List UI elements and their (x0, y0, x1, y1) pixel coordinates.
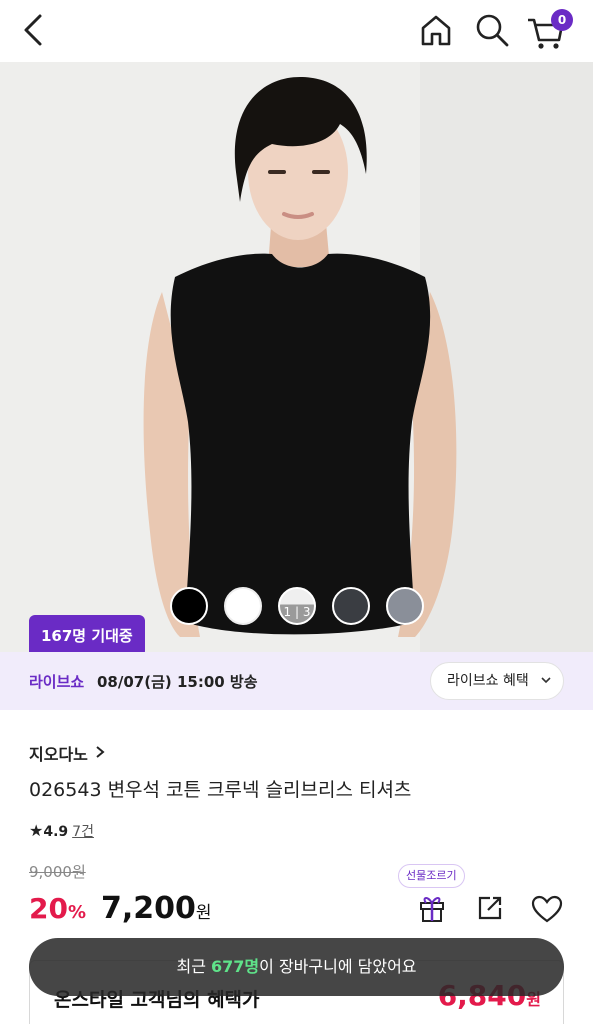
swatch-black[interactable] (170, 587, 208, 625)
swatch-charcoal[interactable] (332, 587, 370, 625)
rating-score: 4.9 (43, 824, 69, 840)
toast-prefix: 최근 (176, 957, 212, 976)
discount-value: 20 (29, 892, 68, 925)
model-photo-illustration (0, 62, 593, 652)
discount-unit: % (67, 902, 87, 923)
gift-request-tooltip: 선물조르기 (398, 864, 465, 888)
rating-summary: ★4.9 7건 (29, 821, 94, 841)
sale-price-unit: 원 (195, 903, 212, 923)
gift-icon[interactable] (417, 893, 447, 923)
sale-price: 7,200원 (101, 891, 212, 926)
live-show-time: 08/07(금) 15:00 방송 (97, 673, 258, 691)
live-show-label: 라이브쇼 (29, 673, 85, 691)
search-icon[interactable] (474, 12, 510, 48)
heart-icon[interactable] (531, 895, 563, 923)
cart-activity-toast: 최근 677명이 장바구니에 담았어요 (29, 938, 564, 996)
live-benefit-label: 라이브쇼 혜택 (447, 673, 529, 689)
swatch-gray-blue[interactable] (386, 587, 424, 625)
brand-link[interactable]: 지오다노 (29, 741, 88, 765)
live-benefit-button[interactable]: 라이브쇼 혜택 (430, 662, 564, 700)
chevron-down-icon (541, 677, 551, 684)
image-page-counter: 1 | 3 (283, 605, 311, 619)
home-icon[interactable] (418, 12, 454, 48)
expectation-badge: 167명 기대중 (29, 615, 145, 665)
cart-count-badge: 0 (551, 9, 573, 31)
swatch-white[interactable] (224, 587, 262, 625)
review-count-link[interactable]: 7건 (72, 824, 94, 840)
toast-highlight: 677명 (211, 957, 260, 976)
chevron-right-icon[interactable] (95, 745, 105, 759)
discount-rate: 20% (29, 892, 86, 925)
product-title: 026543 변우석 코튼 크루넥 슬리브리스 티셔츠 (29, 779, 412, 801)
product-image[interactable] (0, 62, 593, 652)
toast-suffix: 이 장바구니에 담았어요 (259, 957, 417, 976)
original-price: 9,000원 (29, 863, 86, 881)
sale-price-value: 7,200 (101, 891, 196, 926)
top-navigation-bar: 0 (0, 0, 593, 62)
back-arrow-icon[interactable] (18, 12, 50, 48)
share-icon[interactable] (476, 894, 504, 922)
live-show-bar: 라이브쇼 08/07(금) 15:00 방송 라이브쇼 혜택 (0, 652, 593, 710)
star-icon: ★ (29, 821, 44, 840)
